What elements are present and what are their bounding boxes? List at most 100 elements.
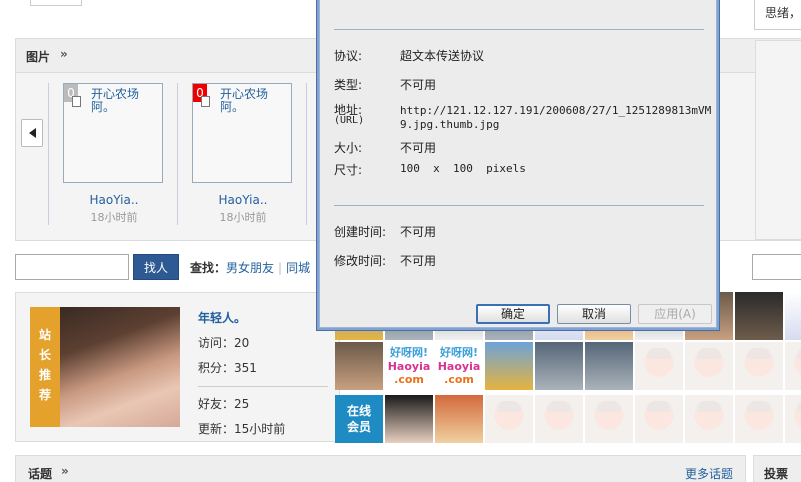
placeholder-avatar[interactable] (635, 342, 683, 390)
scroll-left-button[interactable] (21, 119, 43, 147)
ribbon-char: 长 (38, 348, 51, 362)
protocol-row: 协议: 超文本传送协议 (334, 47, 704, 63)
logo-text: Haoyia (437, 360, 481, 373)
recommend-ribbon: 站 长 推 荐 (30, 307, 60, 427)
dimensions-label: 尺寸: (334, 163, 363, 177)
address-value-cont[interactable]: 9.jpg.thumb.jpg (400, 118, 499, 131)
size-row: 大小: 不可用 (334, 139, 704, 155)
logo-text: .com (394, 373, 424, 386)
member-avatar[interactable] (735, 292, 783, 340)
online-label-line: 在线 (346, 404, 371, 418)
placeholder-avatar[interactable] (635, 395, 683, 443)
type-value: 不可用 (400, 78, 437, 92)
online-label-line: 会员 (346, 420, 371, 434)
dialog-divider (334, 29, 704, 30)
type-label: 类型: (334, 78, 363, 92)
friends-stat: 好友：25 (198, 397, 250, 411)
topics-panel-header: 话题 » 更多话题 (15, 455, 746, 482)
photo-user-link[interactable]: HaoYia.. (178, 193, 308, 207)
topics-title[interactable]: 话题 (28, 465, 52, 482)
photo-user-link[interactable]: HaoYia.. (49, 193, 179, 207)
protocol-value: 超文本传送协议 (400, 49, 485, 63)
created-value: 不可用 (400, 225, 437, 239)
find-filters: 查找：男女朋友 | 同城 (190, 259, 310, 276)
placeholder-avatar[interactable] (735, 342, 783, 390)
member-avatar[interactable] (385, 395, 433, 443)
photo-alt-text: 开心农场阿。 (220, 87, 269, 114)
address-row: 地址: (URL) http://121.12.127.191/200608/2… (334, 101, 711, 131)
updated-stat: 更新：15小时前 (198, 422, 286, 436)
votes-panel-header: 投票 (753, 455, 801, 482)
modified-value: 不可用 (400, 254, 437, 268)
recommended-user-photo[interactable] (60, 307, 180, 427)
more-topics-link[interactable]: 更多话题 (685, 465, 733, 482)
ribbon-char: 推 (38, 368, 51, 382)
photo-card[interactable]: 0 开心农场阿。 HaoYia.. 18小时前 (177, 83, 307, 225)
placeholder-avatar[interactable] (785, 342, 801, 390)
people-search-input[interactable] (15, 254, 129, 280)
placeholder-avatar[interactable] (685, 395, 733, 443)
photo-alt-text: 开心农场阿。 (91, 87, 140, 114)
modified-label: 修改时间: (334, 254, 387, 268)
more-arrow-icon[interactable]: » (61, 464, 69, 478)
member-avatar[interactable] (435, 395, 483, 443)
type-row: 类型: 不可用 (334, 76, 704, 92)
member-avatar[interactable] (485, 342, 533, 390)
logo-text: .com (444, 373, 474, 386)
photo-card[interactable]: 0 开心农场阿。 HaoYia.. 18小时前 (48, 83, 178, 225)
member-avatar[interactable] (785, 292, 801, 340)
dimensions-row: 尺寸: 100 x 100 pixels (334, 161, 704, 177)
right-search-input[interactable] (752, 254, 801, 280)
logo-text: 好呀网! (439, 346, 479, 359)
image-properties-dialog: 协议: 超文本传送协议 类型: 不可用 地址: (URL) http://121… (316, 0, 720, 331)
photo-panel-title[interactable]: 图片 (26, 48, 50, 65)
protocol-label: 协议: (334, 49, 363, 63)
ribbon-char: 站 (38, 328, 51, 342)
online-members-label: 在线 会员 (335, 395, 383, 443)
size-value: 不可用 (400, 141, 437, 155)
votes-title[interactable]: 投票 (764, 465, 788, 482)
member-avatar[interactable] (335, 342, 383, 390)
placeholder-avatar[interactable] (485, 395, 533, 443)
placeholder-avatar[interactable] (685, 342, 733, 390)
photo-thumbnail[interactable]: 0 开心农场阿。 (192, 83, 292, 183)
haoyia-logo-avatar[interactable]: 好呀网! Haoyia .com (385, 342, 433, 390)
dialog-body: 协议: 超文本传送协议 类型: 不可用 地址: (URL) http://121… (319, 0, 717, 328)
placeholder-avatar[interactable] (535, 395, 583, 443)
find-link-same-city[interactable]: 同城 (286, 261, 310, 275)
info-divider (198, 386, 328, 387)
top-right-text: 思绪， (765, 6, 801, 20)
member-avatar[interactable] (535, 342, 583, 390)
link-separator: | (278, 261, 283, 275)
logo-text: Haoyia (387, 360, 431, 373)
ok-button[interactable]: 确定 (476, 304, 550, 324)
dialog-divider (334, 205, 704, 206)
page: 思绪， 图片 » 0 开心农场阿。 HaoYia.. 18小时前 0 开心农场阿… (0, 0, 801, 482)
find-label: 查找： (190, 261, 227, 275)
photo-time: 18小时前 (90, 211, 138, 224)
address-value[interactable]: http://121.12.127.191/200608/27/1_125128… (400, 104, 711, 117)
points-stat: 积分：351 (198, 361, 257, 375)
placeholder-avatar[interactable] (735, 395, 783, 443)
photo-thumbnail[interactable]: 0 开心农场阿。 (63, 83, 163, 183)
member-avatar[interactable] (585, 342, 633, 390)
find-people-button[interactable]: 找人 (133, 254, 179, 280)
recommended-user-info: 年轻人。 访问：20 积分：351 好友：25 更新：15小时前 (198, 309, 328, 437)
modified-row: 修改时间: 不可用 (334, 252, 704, 268)
size-label: 大小: (334, 141, 363, 155)
cancel-button[interactable]: 取消 (557, 304, 631, 324)
broken-image-icon (72, 96, 81, 107)
ribbon-char: 荐 (38, 388, 51, 402)
recommended-user-name[interactable]: 年轻人。 (198, 309, 328, 326)
more-arrow-icon[interactable]: » (60, 47, 68, 61)
visits-stat: 访问：20 (198, 336, 250, 350)
logo-text: 好呀网! (389, 346, 429, 359)
placeholder-avatar[interactable] (585, 395, 633, 443)
haoyia-logo-avatar[interactable]: 好呀网! Haoyia .com (435, 342, 483, 390)
top-right-fragment: 思绪， (754, 0, 801, 30)
right-side-panel (755, 40, 801, 240)
placeholder-avatar[interactable] (785, 395, 801, 443)
find-link-friends[interactable]: 男女朋友 (226, 261, 274, 275)
broken-image-icon (201, 96, 210, 107)
address-label-url: (URL) (334, 115, 365, 126)
